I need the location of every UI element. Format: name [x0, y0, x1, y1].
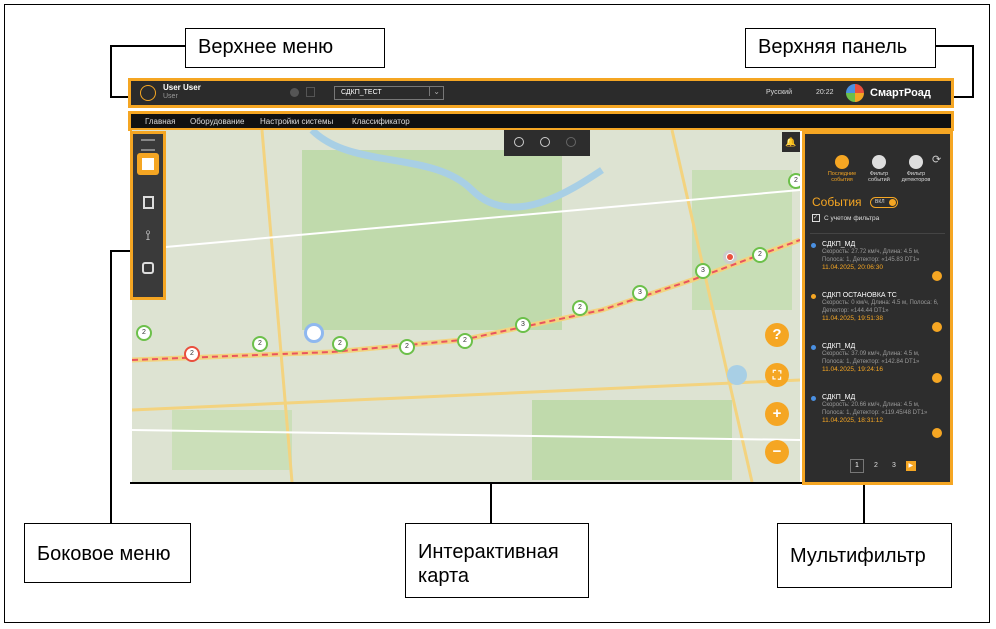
connector — [110, 250, 112, 525]
top-menu-highlight — [128, 111, 954, 131]
connector — [110, 45, 185, 47]
connector — [863, 483, 865, 523]
map-border — [130, 130, 802, 484]
callout-side-menu: Боковое меню — [24, 523, 191, 583]
callout-multifilter: Мультифильтр — [777, 523, 952, 588]
callout-top-menu: Верхнее меню — [185, 28, 385, 68]
top-panel-highlight — [128, 78, 954, 108]
connector — [936, 45, 974, 47]
callout-top-panel: Верхняя панель — [745, 28, 936, 68]
multifilter-highlight — [802, 131, 953, 485]
callout-interactive-map: Интерактивная карта — [405, 523, 589, 598]
connector — [110, 250, 132, 252]
connector — [490, 483, 492, 523]
connector — [110, 45, 112, 98]
connector — [972, 45, 974, 98]
side-menu-highlight — [130, 131, 166, 300]
